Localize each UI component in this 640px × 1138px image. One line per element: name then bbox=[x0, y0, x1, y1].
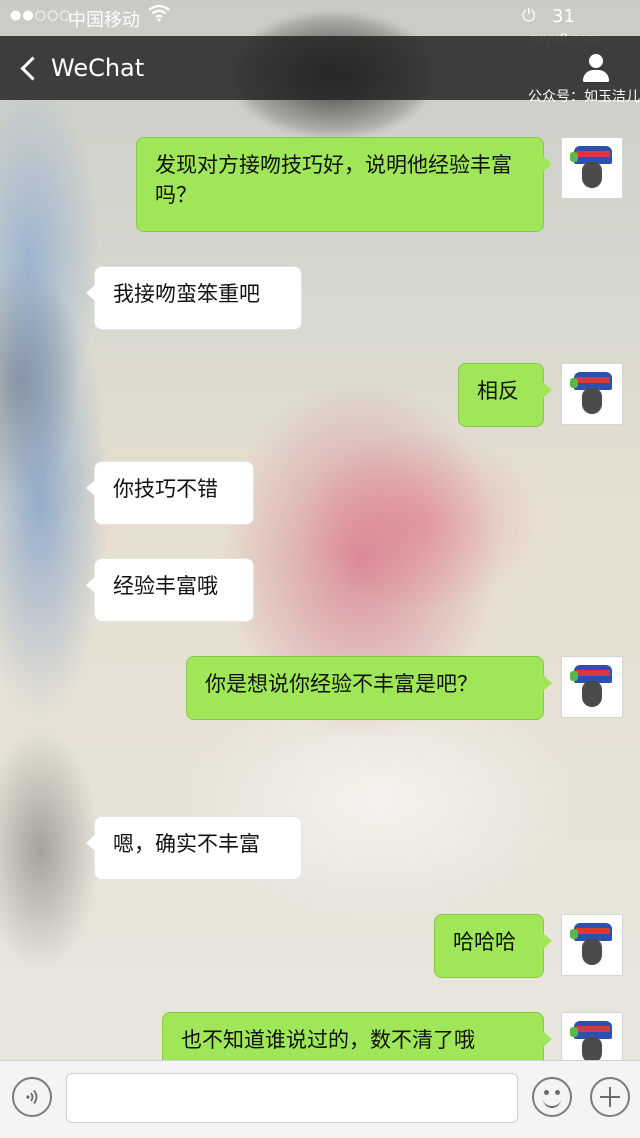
plus-icon[interactable] bbox=[590, 1077, 630, 1117]
message-text: 嗯，确实不丰富 bbox=[113, 832, 260, 856]
emoji-icon[interactable] bbox=[532, 1077, 572, 1117]
message-text: 哈哈哈 bbox=[453, 930, 516, 954]
message-text: 你是想说你经验不丰富是吧？ bbox=[205, 672, 478, 696]
message-bubble-sent[interactable]: 哈哈哈 bbox=[434, 914, 552, 978]
person-icon[interactable] bbox=[580, 52, 612, 84]
avatar[interactable] bbox=[561, 137, 623, 199]
message-input[interactable] bbox=[66, 1073, 518, 1123]
message-bubble-sent[interactable]: 发现对方接吻技巧好，说明他经验丰富吗？ bbox=[136, 137, 552, 232]
message-bubble-received[interactable]: 嗯，确实不丰富 bbox=[86, 816, 302, 880]
wifi-icon bbox=[148, 4, 170, 27]
message-text: 我接吻蛮笨重吧 bbox=[113, 282, 260, 306]
signal-strength: ●●○○○ bbox=[10, 8, 72, 23]
message-text: 也不知道谁说过的，数不清了哦 bbox=[181, 1028, 475, 1052]
back-button[interactable]: WeChat bbox=[18, 50, 144, 86]
message-text: 经验丰富哦 bbox=[113, 574, 218, 598]
message-bubble-sent[interactable]: 相反 bbox=[458, 363, 552, 427]
avatar[interactable] bbox=[561, 656, 623, 718]
chevron-left-icon bbox=[20, 55, 45, 81]
watermark-account: 公众号：如玉洁儿 bbox=[528, 89, 640, 105]
message-bubble-received[interactable]: 我接吻蛮笨重吧 bbox=[86, 266, 302, 330]
status-bar: ●●○○○ 中国移动 ⏻ 31 ruyu8.com bbox=[0, 0, 640, 47]
message-text: 相反 bbox=[477, 379, 519, 403]
avatar[interactable] bbox=[561, 914, 623, 976]
message-text: 发现对方接吻技巧好，说明他经验丰富吗？ bbox=[155, 153, 512, 207]
message-bubble-received[interactable]: 经验丰富哦 bbox=[86, 558, 254, 622]
chat-header: WeChat 公众号：如玉洁儿 bbox=[0, 36, 640, 105]
input-bar bbox=[0, 1060, 640, 1138]
avatar[interactable] bbox=[561, 363, 623, 425]
back-label: WeChat bbox=[51, 54, 145, 82]
clock: 31 bbox=[552, 6, 575, 27]
carrier-name: 中国移动 bbox=[68, 10, 140, 31]
message-bubble-received[interactable]: 你技巧不错 bbox=[86, 461, 254, 525]
message-text: 你技巧不错 bbox=[113, 477, 218, 501]
rotation-lock-icon: ⏻ bbox=[522, 6, 536, 26]
voice-icon[interactable] bbox=[12, 1077, 52, 1117]
message-bubble-sent[interactable]: 你是想说你经验不丰富是吧？ bbox=[186, 656, 552, 720]
